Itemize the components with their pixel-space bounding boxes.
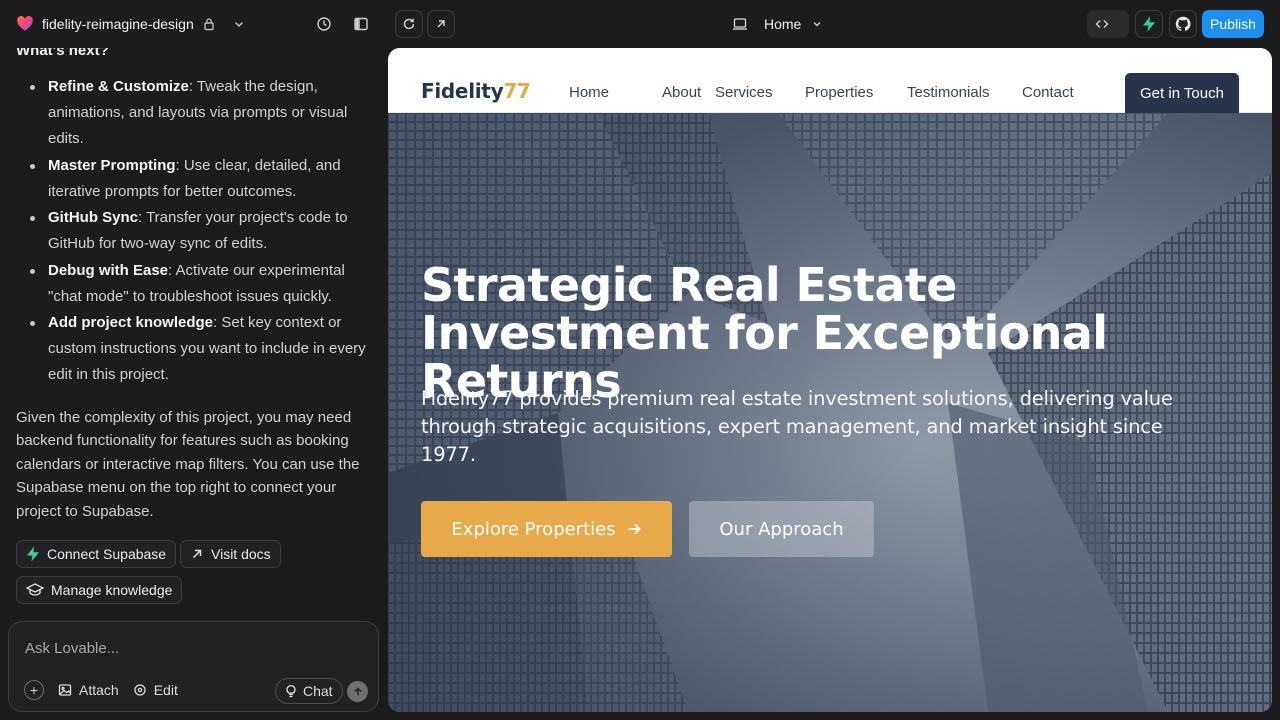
top-bar: fidelity-reimagine-design Home Publish [0,0,1280,48]
hero-section: Strategic Real Estate Investment for Exc… [388,113,1272,712]
supabase-button[interactable] [1135,10,1163,38]
publish-button[interactable]: Publish [1202,10,1264,38]
connect-supabase-label: Connect Supabase [47,546,167,562]
arrow-up-right-icon [437,20,445,28]
laptop-icon [733,18,747,30]
our-approach-button[interactable]: Our Approach [689,501,874,557]
supabase-icon [1143,16,1155,32]
edit-button[interactable]: Edit [133,682,178,698]
chevron-down-icon [234,21,243,28]
nav-about[interactable]: About [662,84,701,101]
code-icon [1095,20,1109,28]
sidebar-toggle-icon[interactable] [349,12,373,36]
edit-label: Edit [153,682,178,698]
arrow-up-right-icon [192,549,202,559]
target-icon [134,684,146,696]
project-name: fidelity-reimagine-design [42,16,194,32]
composer-tools: + Attach Edit [24,680,178,700]
arrow-right-icon [628,523,641,535]
nav-properties[interactable]: Properties [805,84,873,101]
lovable-heart-icon [17,16,33,31]
route-label: Home [764,16,802,32]
list-item: Debug with Ease: Activate our experiment… [16,258,372,310]
nav-home[interactable]: Home [569,84,609,101]
list-item: Refine & Customize: Tweak the design, an… [16,74,372,152]
project-selector[interactable]: fidelity-reimagine-design [16,12,246,36]
manage-knowledge-button[interactable]: Manage knowledge [16,576,183,604]
visit-docs-button[interactable]: Visit docs [180,540,281,568]
connect-supabase-button[interactable]: Connect Supabase [16,540,177,568]
site-logo[interactable]: Fidelity77 [421,79,531,103]
chevron-down-icon [813,22,821,27]
refresh-button[interactable] [395,10,423,38]
nav-contact[interactable]: Contact [1022,84,1074,101]
explore-properties-label: Explore Properties [451,518,616,540]
site-preview[interactable]: Fidelity77 Home About Services Propertie… [388,48,1272,712]
attach-label: Attach [79,682,119,698]
graduation-cap-icon [26,583,44,596]
tip-title: Refine & Customize [48,78,189,95]
open-external-button[interactable] [427,10,455,38]
visit-docs-label: Visit docs [211,546,271,562]
add-button[interactable]: + [24,680,44,700]
route-selector[interactable]: Home [732,12,823,36]
chat-panel: What's next? Refine & Customize: Tweak t… [0,48,388,720]
code-view-button[interactable] [1087,10,1129,38]
send-button[interactable] [347,681,368,702]
list-item: Add project knowledge: Set key context o… [16,310,372,388]
lightbulb-icon [286,684,296,698]
explore-properties-button[interactable]: Explore Properties [421,501,672,557]
logo-accent: 77 [503,79,531,103]
list-item: GitHub Sync: Transfer your project's cod… [16,205,372,257]
chat-composer[interactable]: Ask Lovable... + Attach Edit Chat [8,621,379,712]
nav-services[interactable]: Services [715,84,773,101]
chat-mode-label: Chat [303,683,333,699]
github-icon [1175,16,1191,31]
supabase-icon [27,546,39,562]
chat-input[interactable]: Ask Lovable... [25,640,119,657]
whats-next-heading: What's next? [16,48,109,59]
tip-title: GitHub Sync [48,209,139,226]
list-item: Master Prompting: Use clear, detailed, a… [16,153,372,205]
logo-main: Fidelity [421,79,504,103]
tip-title: Add project knowledge [48,314,214,331]
tip-title: Master Prompting [48,156,176,174]
manage-knowledge-label: Manage knowledge [51,582,173,598]
chat-mode-button[interactable]: Chat [275,678,343,704]
hero-title: Strategic Real Estate Investment for Exc… [421,258,1108,408]
nav-testimonials[interactable]: Testimonials [907,84,990,101]
assistant-paragraph: Given the complexity of this project, yo… [16,409,360,520]
tip-title: Debug with Ease [48,261,169,279]
refresh-icon [403,18,415,30]
lock-icon [204,18,214,31]
tips-list: Refine & Customize: Tweak the design, an… [16,74,372,389]
attach-button[interactable]: Attach [58,682,119,698]
site-navbar: Fidelity77 Home About Services Propertie… [388,48,1272,113]
image-icon [58,684,72,696]
github-button[interactable] [1169,10,1197,38]
get-in-touch-button[interactable]: Get in Touch [1125,73,1239,113]
history-icon[interactable] [312,12,336,36]
hero-subtitle: Fidelity77 provides premium real estate … [421,387,1173,466]
arrow-up-icon [353,686,362,695]
